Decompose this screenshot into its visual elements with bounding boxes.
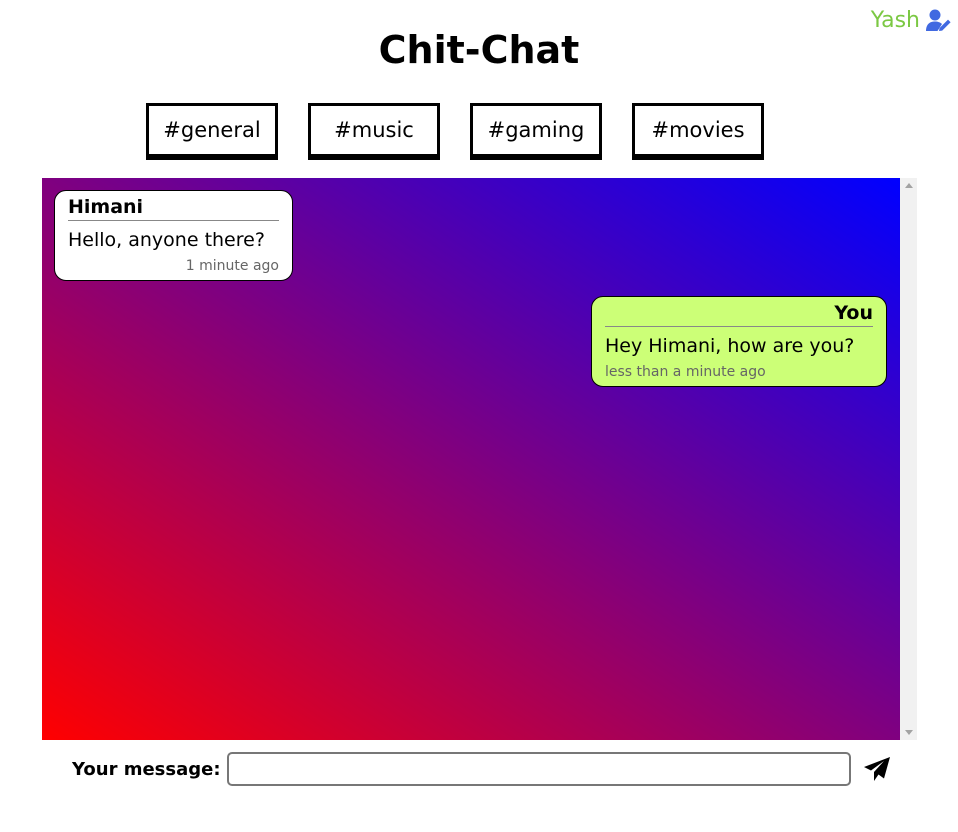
channel-button-general[interactable]: #general: [146, 103, 278, 157]
message-text: Hello, anyone there?: [68, 229, 265, 251]
message-input[interactable]: [226, 752, 851, 786]
channel-bar: #general #music #gaming #movies: [146, 103, 764, 157]
message-timestamp: less than a minute ago: [605, 364, 766, 380]
channel-button-movies[interactable]: #movies: [632, 103, 764, 157]
message-sender: You: [605, 301, 873, 327]
message-incoming: Himani Hello, anyone there? 1 minute ago: [54, 190, 293, 281]
message-sender: Himani: [68, 195, 279, 221]
message-composer: Your message:: [72, 752, 893, 786]
send-button[interactable]: [863, 754, 893, 784]
scroll-down-arrow-icon[interactable]: [905, 730, 913, 735]
chat-app: Yash Chit-Chat #general #music #gaming #…: [0, 0, 958, 832]
channel-button-music[interactable]: #music: [308, 103, 440, 157]
send-icon: [863, 757, 890, 781]
channel-button-gaming[interactable]: #gaming: [470, 103, 602, 157]
page-title: Chit-Chat: [378, 28, 580, 72]
scroll-up-arrow-icon[interactable]: [905, 183, 913, 188]
message-outgoing: You Hey Himani, how are you? less than a…: [591, 296, 887, 387]
message-text: Hey Himani, how are you?: [605, 335, 855, 357]
message-input-label: Your message:: [72, 758, 221, 780]
message-timestamp: 1 minute ago: [185, 258, 279, 274]
chat-window: Himani Hello, anyone there? 1 minute ago…: [42, 178, 900, 740]
chat-area: Himani Hello, anyone there? 1 minute ago…: [42, 178, 917, 740]
chat-scrollbar[interactable]: [900, 178, 917, 740]
